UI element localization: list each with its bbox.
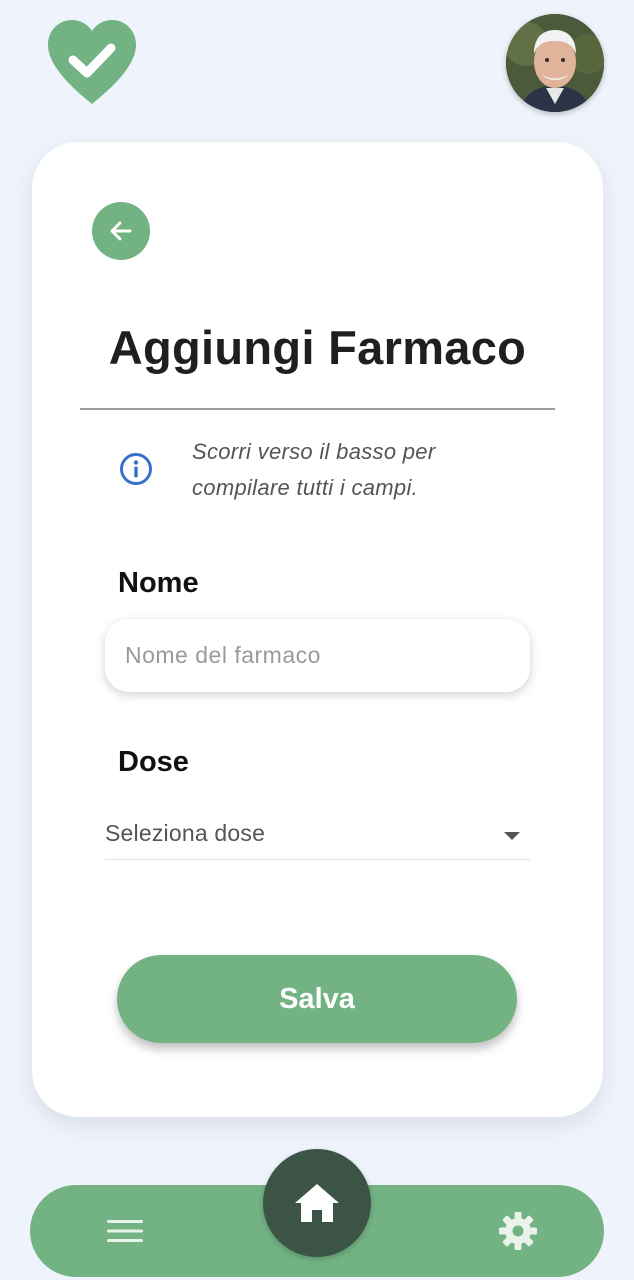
info-hint-text: Scorri verso il basso per compilare tutt… xyxy=(192,439,436,500)
home-button[interactable] xyxy=(263,1149,371,1257)
menu-icon[interactable] xyxy=(106,1215,144,1247)
dose-select-value: Seleziona dose xyxy=(105,820,266,846)
dose-label: Dose xyxy=(118,746,189,778)
home-icon xyxy=(295,1184,339,1222)
arrow-left-icon xyxy=(110,221,132,241)
gear-icon[interactable] xyxy=(498,1211,538,1251)
user-avatar xyxy=(506,14,604,112)
app: Aggiungi Farmaco Scorri verso il basso p… xyxy=(0,0,634,1280)
save-button[interactable]: Salva xyxy=(117,955,517,1043)
title-divider xyxy=(80,408,555,410)
avatar[interactable] xyxy=(506,14,604,112)
chevron-down-icon xyxy=(504,832,520,840)
add-medication-card: Aggiungi Farmaco Scorri verso il basso p… xyxy=(32,142,603,1117)
dose-select[interactable]: Seleziona dose xyxy=(105,812,530,860)
back-button[interactable] xyxy=(92,202,150,260)
info-icon xyxy=(120,453,152,485)
page-title: Aggiungi Farmaco xyxy=(108,321,527,374)
medication-name-input[interactable] xyxy=(105,619,530,692)
name-label: Nome xyxy=(118,567,199,599)
heart-check-icon xyxy=(48,20,136,104)
